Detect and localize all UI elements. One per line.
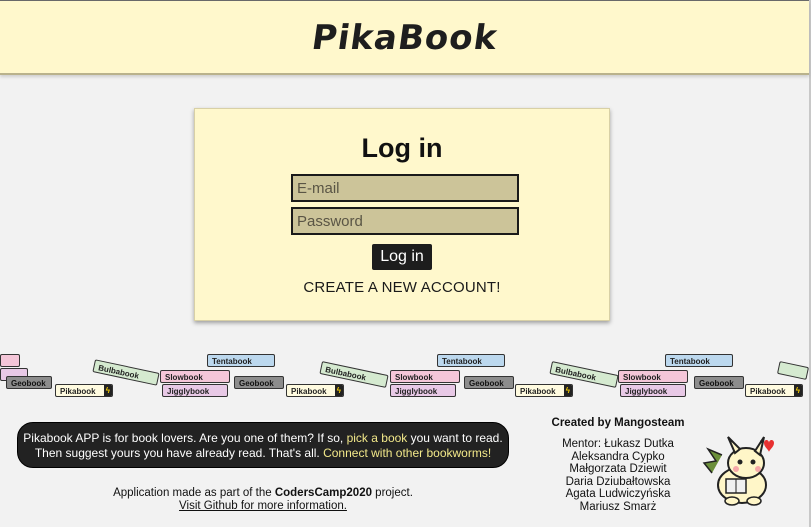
book-spine: Jigglybook [390, 384, 456, 397]
lightning-icon: ϟ [334, 385, 343, 396]
book-spine: Slowbook [618, 370, 688, 383]
book-spine: Pikabook ϟ [745, 384, 803, 397]
book-spine: Tentabook [207, 354, 275, 367]
lightning-icon: ϟ [563, 385, 572, 396]
login-card: Log in Log in CREATE A NEW ACCOUNT! [194, 108, 610, 321]
logo-text: PikaBook [309, 18, 501, 58]
team-member: Mariusz Smarż [579, 500, 657, 513]
footer-intro-text: Then suggest yours you have already read… [34, 446, 324, 460]
create-account-link[interactable]: CREATE A NEW ACCOUNT! [195, 279, 609, 296]
email-field[interactable] [291, 174, 519, 202]
lightning-icon: ϟ [103, 385, 112, 396]
lightning-icon: ϟ [793, 385, 802, 396]
book-spine: Geobook [464, 376, 514, 389]
login-button[interactable]: Log in [372, 244, 432, 270]
github-link[interactable]: Visit Github for more information. [17, 500, 509, 512]
team-title: Created by Mangosteam [551, 417, 685, 429]
book-spine: Jigglybook [162, 384, 228, 397]
login-title: Log in [361, 133, 443, 163]
project-name: CodersCamp2020 [274, 487, 372, 499]
book-spine: Pikabook ϟ [515, 384, 573, 397]
footer-about-box: Pikabook APP is for book lovers. Are you… [17, 422, 509, 468]
book-spine: Geobook [234, 376, 284, 389]
book-spine: Pikabook ϟ [286, 384, 344, 397]
pick-book-link[interactable]: pick a book [347, 431, 408, 445]
book-spine: Geobook [694, 376, 744, 389]
footer-intro-text: Pikabook APP is for book lovers. Are you… [23, 431, 347, 445]
book-spine: Jigglybook [620, 384, 686, 397]
book-spine [0, 354, 20, 367]
book-spine: Slowbook [160, 370, 230, 383]
connect-bookworms-link[interactable]: Connect with other bookworms! [323, 446, 491, 460]
pikabook-logo[interactable]: PikaBook [310, 17, 501, 59]
pikachu-mascot-icon [702, 436, 774, 506]
made-by-text: Application made as part of the CodersCa… [113, 487, 413, 499]
team-member: Mentor: Łukasz Dutka [562, 438, 674, 450]
book-spine: Pikabook ϟ [55, 384, 113, 397]
book-spine: Geobook [6, 376, 52, 389]
book-spine: Tentabook [665, 354, 733, 367]
book-spine: Tentabook [437, 354, 505, 367]
password-field[interactable] [291, 207, 519, 235]
book-spine [776, 361, 810, 380]
team-credits: Created by Mangosteam Mentor: Łukasz Dut… [540, 417, 696, 513]
book-spine: Slowbook [390, 370, 460, 383]
book-shelf-decoration: Geobook Pikabook ϟ Bulbabook Slowbook Jig… [0, 350, 810, 400]
team-member: Agata Ludwiczyńska [565, 488, 671, 500]
team-member: Daria Dziubałtowska [565, 475, 671, 488]
book-spine: Bulbabook [92, 359, 160, 386]
page-header: PikaBook [0, 1, 809, 75]
team-member: Małgorzata Dziewit [569, 463, 667, 475]
team-member: Aleksandra Cypko [571, 450, 665, 463]
footer-intro-text: you want to read. [407, 431, 503, 445]
